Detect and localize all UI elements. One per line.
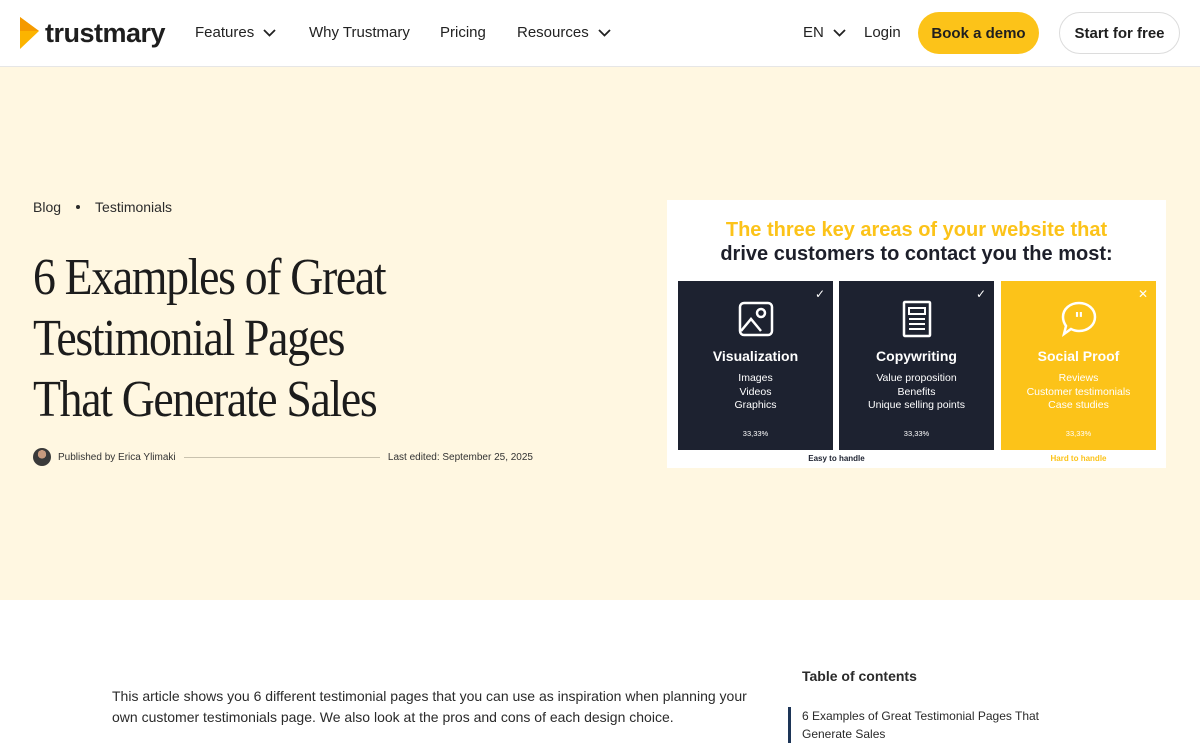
panel-copywriting: ✓ Copywriting Value proposition Benefits… — [839, 281, 994, 450]
nav-why-trustmary[interactable]: Why Trustmary — [309, 24, 410, 41]
brand-name: trustmary — [45, 17, 166, 48]
panel-item: Value proposition — [876, 372, 957, 384]
panel-title: Visualization — [712, 348, 799, 364]
chevron-down-icon — [833, 28, 846, 37]
panel-title: Social Proof — [1037, 348, 1120, 364]
panel-title: Copywriting — [876, 348, 957, 364]
check-icon: ✓ — [975, 287, 986, 301]
book-demo-button[interactable]: Book a demo — [918, 12, 1039, 54]
footer-hard: Hard to handle — [1050, 454, 1107, 463]
nav-resources-label: Resources — [517, 24, 589, 41]
page-title: 6 Examples of Great Testimonial Pages Th… — [33, 249, 387, 428]
top-navigation: trustmary Features Why Trustmary Pricing… — [0, 0, 1200, 67]
hero-image: The three key areas of your website that… — [667, 200, 1166, 468]
close-icon: ✕ — [1137, 287, 1148, 301]
panel-item: Graphics — [734, 399, 777, 411]
chevron-down-icon — [598, 28, 611, 37]
panel-items: Images Videos Graphics — [678, 372, 833, 413]
panel-percent: 33,33% — [903, 429, 930, 438]
panel-item: Reviews — [1058, 372, 1099, 384]
trustmary-logo[interactable]: trustmary — [20, 17, 166, 49]
hero-section: Blog Testimonials 6 Examples of Great Te… — [0, 67, 1200, 600]
nav-features-label: Features — [195, 24, 255, 41]
language-selector[interactable]: EN — [803, 24, 846, 41]
nav-why-label: Why Trustmary — [309, 24, 410, 41]
panel-item: Case studies — [1048, 399, 1109, 411]
breadcrumb-separator — [76, 205, 81, 209]
panel-item: Benefits — [897, 385, 936, 398]
footer-easy: Easy to handle — [808, 454, 865, 463]
breadcrumb: Blog Testimonials — [33, 199, 172, 215]
hero-image-heading-2: drive customers to contact you the most: — [720, 243, 1113, 265]
nav-features[interactable]: Features — [195, 24, 276, 41]
panel-item: Images — [738, 372, 773, 384]
chevron-down-icon — [263, 28, 276, 37]
nav-pricing-label: Pricing — [440, 24, 486, 41]
author-avatar — [33, 448, 51, 466]
check-icon: ✓ — [814, 287, 825, 301]
breadcrumb-testimonials[interactable]: Testimonials — [95, 199, 172, 215]
panel-item: Customer testimonials — [1026, 385, 1131, 398]
panel-items: Value proposition Benefits Unique sellin… — [839, 372, 994, 413]
svg-text:": " — [1074, 309, 1083, 330]
language-label: EN — [803, 24, 824, 41]
quote-bubble-icon: " — [1061, 301, 1097, 337]
panel-item: Videos — [739, 385, 772, 398]
byline-divider — [183, 456, 380, 458]
panel-percent: 33,33% — [1065, 429, 1092, 438]
toc-heading: Table of contents — [802, 668, 917, 684]
panel-item: Unique selling points — [868, 399, 965, 411]
author-name: Published by Erica Ylimaki — [58, 451, 176, 463]
nav-resources[interactable]: Resources — [517, 24, 611, 41]
article-byline: Published by Erica Ylimaki Last edited: … — [33, 447, 533, 467]
logo-mark-icon — [20, 17, 39, 49]
panel-social-proof: ✕ " Social Proof Reviews Customer testim… — [1001, 281, 1156, 450]
article-intro: This article shows you 6 different testi… — [112, 688, 747, 725]
panel-percent: 33,33% — [742, 429, 769, 438]
toc-item[interactable]: 6 Examples of Great Testimonial Pages Th… — [802, 707, 1048, 743]
table-of-contents: 6 Examples of Great Testimonial Pages Th… — [788, 707, 1048, 743]
nav-pricing[interactable]: Pricing — [440, 24, 486, 41]
login-link[interactable]: Login — [864, 24, 901, 41]
last-edited: Last edited: September 25, 2025 — [387, 451, 533, 463]
document-icon — [902, 300, 932, 338]
panel-items: Reviews Customer testimonials Case studi… — [1001, 372, 1156, 413]
panel-visualization: ✓ Visualization Images Videos Graphics 3… — [678, 281, 833, 450]
start-free-button[interactable]: Start for free — [1059, 12, 1180, 54]
breadcrumb-blog[interactable]: Blog — [33, 199, 61, 215]
image-icon — [738, 301, 774, 337]
hero-image-heading-1: The three key areas of your website that — [725, 219, 1108, 241]
